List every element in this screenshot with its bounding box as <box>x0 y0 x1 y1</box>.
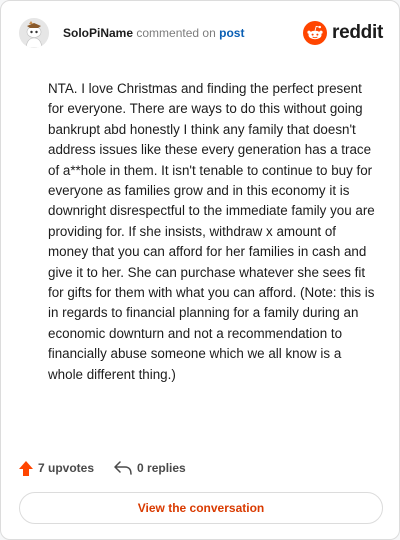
reply-arrow-icon <box>114 461 132 475</box>
comment-body: NTA. I love Christmas and finding the pe… <box>48 81 375 382</box>
user-avatar[interactable] <box>19 18 49 48</box>
upvote-arrow-icon <box>19 460 33 476</box>
reddit-logo-icon <box>303 21 328 45</box>
upvote-count: 7 upvotes <box>38 461 95 475</box>
upvote-button[interactable]: 7 upvotes <box>19 460 95 476</box>
comment-footer: 7 upvotes 0 replies <box>19 457 186 479</box>
view-conversation-button[interactable]: View the conversation <box>19 492 383 524</box>
reddit-brand[interactable]: reddit <box>303 21 383 45</box>
reply-button[interactable]: 0 replies <box>114 461 186 475</box>
brand-wordmark: reddit <box>332 22 383 43</box>
username-link[interactable]: SoloPiName <box>63 26 133 40</box>
comment-header: SoloPiName commented on post reddit <box>19 15 383 51</box>
post-link[interactable]: post <box>219 26 244 40</box>
comment-byline: SoloPiName commented on post <box>63 26 244 40</box>
snoo-avatar-icon <box>19 18 49 48</box>
action-text: commented on <box>136 26 216 40</box>
comment-card: SoloPiName commented on post reddit NTA.… <box>0 0 400 540</box>
reply-count: 0 replies <box>137 461 186 475</box>
